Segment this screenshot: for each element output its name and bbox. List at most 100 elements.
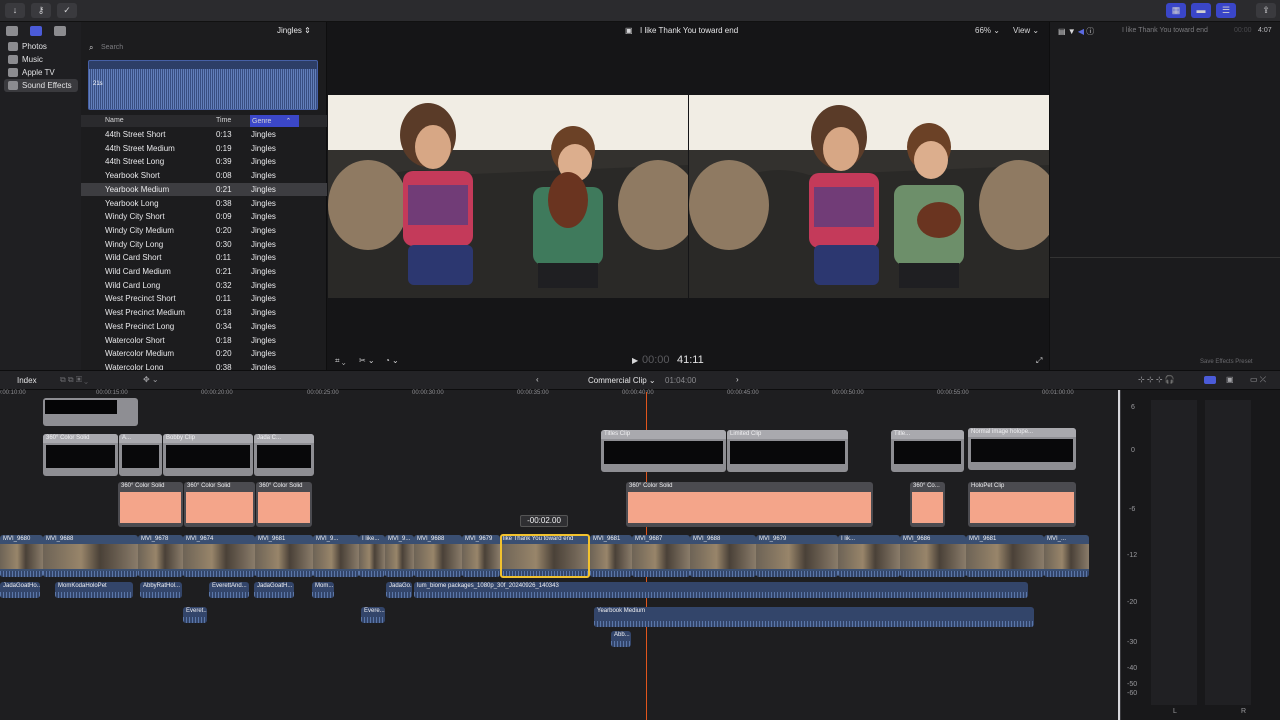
view-menu[interactable]: View ⌄ [1013,26,1039,35]
media-browser-icon[interactable] [30,26,42,36]
list-item[interactable]: Wild Card Medium 0:21 Jingles [81,265,327,279]
title-clip[interactable]: Title... [891,430,964,472]
list-item[interactable]: Wild Card Long 0:32 Jingles [81,279,327,293]
inspector-tab-icons[interactable]: ▤ ▼ ◀ ⓘ [1058,26,1094,37]
audio-clip[interactable]: AbbyRatHol... [140,582,182,598]
title-clip[interactable]: A... [119,434,162,476]
effects-browser-icon[interactable]: ▭ ⤫ [1250,375,1266,385]
inspector-toggle-icon[interactable]: ☰ [1216,3,1236,18]
list-item[interactable]: 44th Street Short 0:13 Jingles [81,128,327,142]
video-clip[interactable]: MVI_9680 [0,535,43,577]
audio-clip[interactable]: lum_biome packages_1080p_30f_20240926_14… [414,582,1028,598]
list-item[interactable]: 44th Street Long 0:39 Jingles [81,155,327,169]
sidebar-item-photos[interactable]: Photos [4,40,78,53]
list-item[interactable]: Yearbook Short 0:08 Jingles [81,169,327,183]
video-clip[interactable]: MVI_9678 [138,535,183,577]
sidebar-item-sound-effects[interactable]: Sound Effects [4,79,78,92]
play-icon[interactable]: ▶ [632,356,638,365]
color-solid-clip[interactable]: 360° Co... [910,482,945,527]
title-clip[interactable]: Jada C... [254,434,314,476]
list-item[interactable]: Yearbook Long 0:38 Jingles [81,197,327,211]
share-icon[interactable]: ⇪ [1256,3,1276,18]
audio-clip[interactable]: Everet... [183,607,207,623]
skimming-icons[interactable]: ⊹ ⊹ ⊹ 🎧 [1138,375,1175,384]
title-clip[interactable]: Limited Clip [727,430,848,472]
titles-icon[interactable] [54,26,66,36]
back-icon[interactable]: ‹ [536,375,539,384]
clip-appearance-icon[interactable]: ▣ [1226,375,1234,384]
title-clip[interactable]: Normal image holope... [968,428,1076,470]
video-clip[interactable]: MVI_9688 [414,535,462,577]
list-item[interactable]: Yearbook Medium 0:21 Jingles [81,182,327,197]
list-view-icon[interactable]: ▬ [1191,3,1211,18]
audio-clip[interactable]: Mom... [312,582,334,598]
video-clip[interactable]: MVI_9681 [966,535,1044,577]
color-solid-clip[interactable]: 360° Color Solid [118,482,183,527]
save-effects-preset-button[interactable]: Save Effects Preset [1200,359,1253,365]
title-clip[interactable] [43,398,138,426]
video-clip[interactable]: MVI_9679 [462,535,500,577]
sidebar-item-music[interactable]: Music [4,53,78,66]
list-item[interactable]: Wild Card Short 0:11 Jingles [81,251,327,265]
audio-clip[interactable]: JadaGo... [386,582,412,598]
color-solid-clip[interactable]: 360° Color Solid [184,482,255,527]
video-clip[interactable]: MVI_9679 [756,535,838,577]
speed-icon[interactable]: ◔ ⌄ [385,356,399,365]
column-genre[interactable]: Genre ⌃ [250,115,299,127]
video-clip[interactable]: MVI_9688 [690,535,756,577]
video-clip[interactable]: MVI_9687 [632,535,690,577]
audio-clip[interactable]: Yearbook Medium [594,607,1034,627]
edit-tools-icon[interactable]: ⧉ ⧉ ▣ ⌄ [60,375,88,385]
title-clip[interactable]: Bobby Clip [163,434,253,476]
index-button[interactable]: Index [17,376,37,385]
video-clip[interactable]: MVI_9674 [183,535,255,577]
video-clip[interactable]: MVI_9681 [590,535,632,577]
title-clip[interactable]: 360° Color Solid [43,434,118,476]
search-input[interactable]: Search [101,44,123,51]
timeline[interactable]: 00:00:10:00 00:00:15:00 00:00:20:00 00:00:2… [0,390,1120,720]
project-menu[interactable]: Commercial Clip ⌄ [588,376,656,385]
sidebar-item-apple-tv[interactable]: Apple TV [4,66,78,79]
trim-tool-icon[interactable]: ✥ ⌄ [143,375,159,384]
background-tasks-icon[interactable]: ✓ [57,3,77,18]
video-clip[interactable]: MVI_9... [313,535,359,577]
headphones-icon[interactable]: 🎧 [1165,375,1175,384]
column-time[interactable]: Time [216,117,231,124]
list-item[interactable]: Windy City Medium 0:20 Jingles [81,224,327,238]
video-clip[interactable]: MVI_9... [385,535,414,577]
audio-clip[interactable]: Abb... [611,631,631,647]
transform-icon[interactable]: ⌗ ⌄ [335,356,346,366]
list-item[interactable]: Windy City Long 0:30 Jingles [81,238,327,252]
color-solid-clip[interactable]: HoloPet Clip [968,482,1076,527]
forward-icon[interactable]: › [736,375,739,384]
audio-tab-icon[interactable]: ◀ [1078,27,1084,36]
list-item[interactable]: West Precinct Long 0:34 Jingles [81,320,327,334]
waveform-preview[interactable]: 21s [88,60,318,110]
title-clip[interactable]: Titles Clip [601,430,726,472]
video-clip[interactable]: MVI_9686 [900,535,966,577]
snapping-icon[interactable] [1204,376,1216,384]
list-item[interactable]: 44th Street Medium 0:19 Jingles [81,142,327,156]
video-clip[interactable]: MVI_9681 [255,535,313,577]
list-item[interactable]: Watercolor Medium 0:20 Jingles [81,347,327,361]
color-solid-clip[interactable]: 360° Color Solid [256,482,312,527]
timeline-ruler[interactable]: 00:00:10:00 00:00:15:00 00:00:20:00 00:00:2… [0,390,1120,402]
list-item[interactable]: Windy City Short 0:09 Jingles [81,210,327,224]
enhance-icon[interactable]: ✂ ⌄ [359,356,375,365]
collection-menu[interactable]: Jingles ⇕ [277,26,311,35]
audio-clip[interactable]: EverettAnd... [209,582,249,598]
zoom-menu[interactable]: 66% ⌄ [975,26,1000,35]
video-clip[interactable]: I like... [359,535,385,577]
color-solid-clip[interactable]: 360° Color Solid [626,482,873,527]
list-item[interactable]: Watercolor Long 0:38 Jingles [81,361,327,370]
list-item[interactable]: Watercolor Short 0:18 Jingles [81,334,327,348]
audio-clip[interactable]: JadaGoatH... [254,582,294,598]
audio-clip[interactable]: JadaGoatHo... [0,582,40,598]
audio-clip[interactable]: Evere... [361,607,385,623]
libraries-icon[interactable] [6,26,18,36]
column-name[interactable]: Name [105,117,124,124]
grid-view-icon[interactable]: ▦ [1166,3,1186,18]
video-clip[interactable]: MVI_9688 [43,535,138,577]
fullscreen-icon[interactable]: ⤢ [1036,356,1042,366]
video-clip[interactable]: MVI_... [1044,535,1089,577]
